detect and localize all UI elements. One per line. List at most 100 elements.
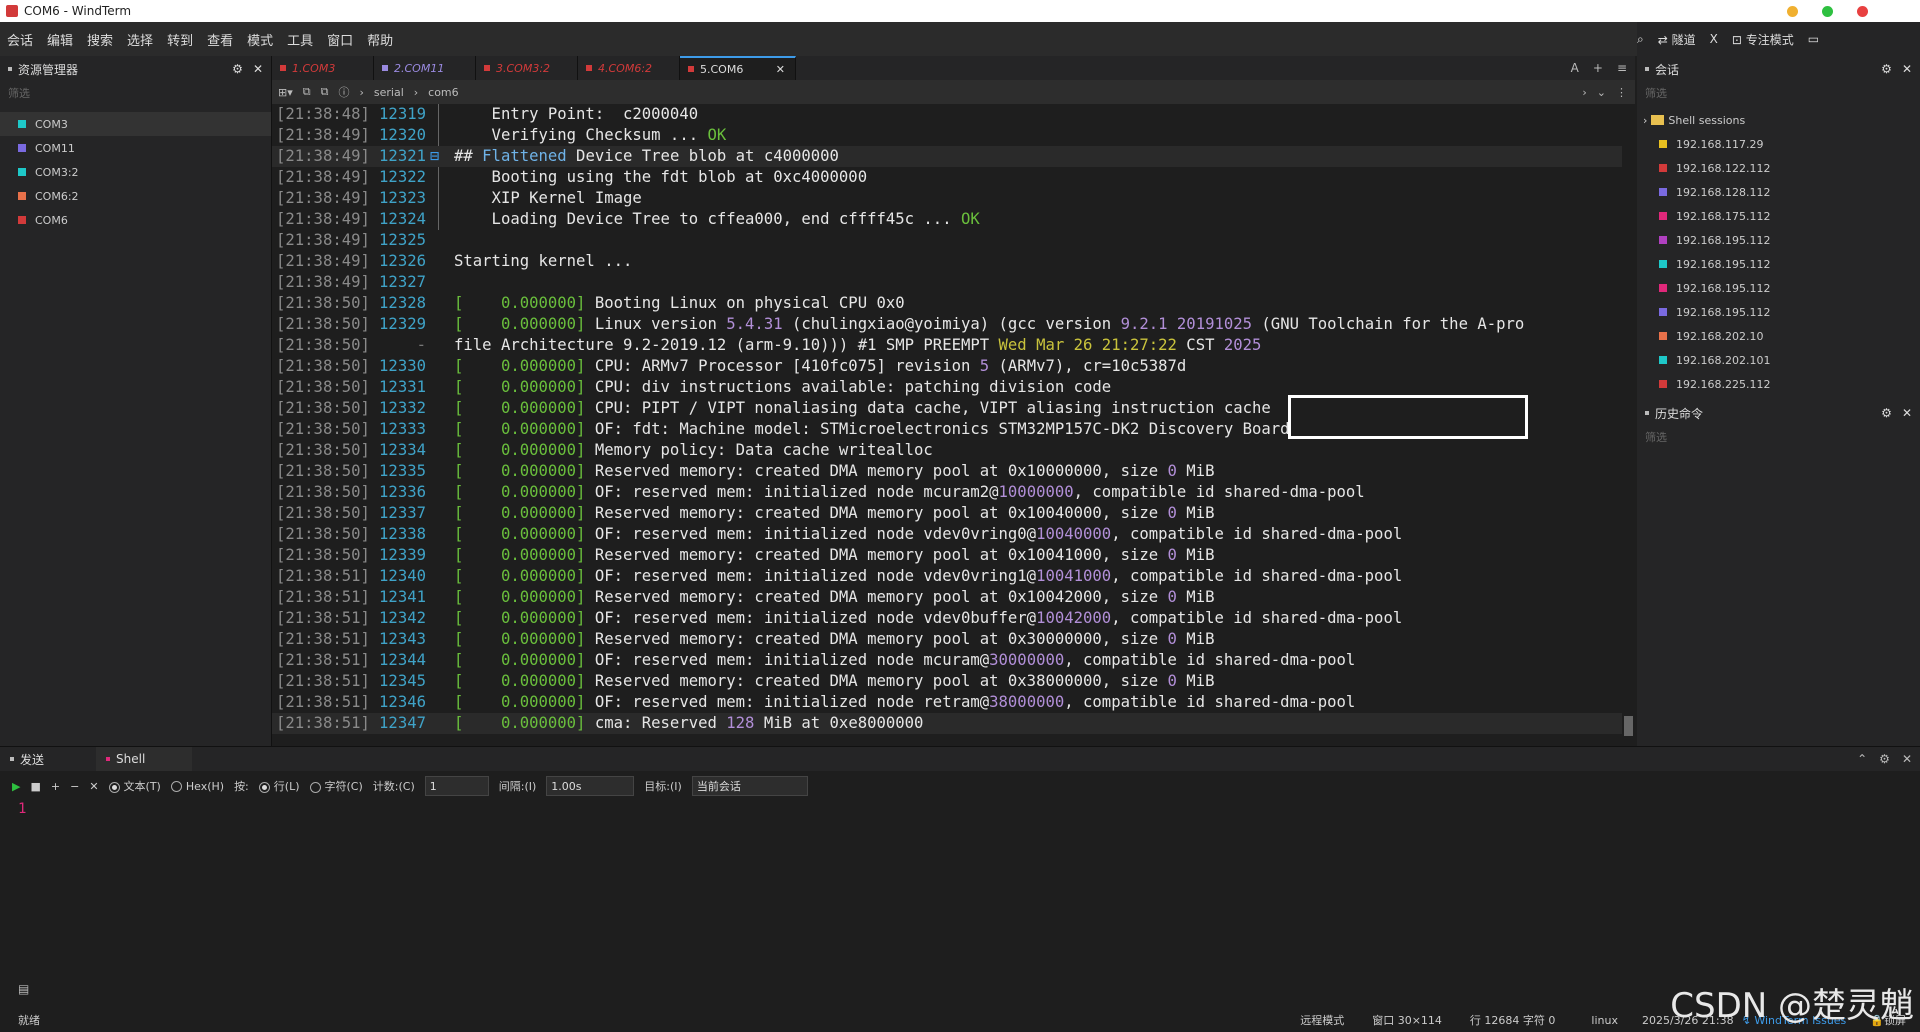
clone-icon[interactable]: ⧉ (321, 85, 329, 99)
collapse-icon[interactable]: ⌃ (1857, 752, 1867, 766)
duplicate-icon[interactable]: ⧉ (303, 85, 311, 99)
forward-icon[interactable]: › (1582, 86, 1586, 99)
menu-icon[interactable]: ≡ (1617, 61, 1627, 75)
menu-item[interactable]: 工具 (280, 30, 320, 49)
document-icon[interactable]: ▤ (18, 982, 29, 996)
fold-icon[interactable]: ⊟ (430, 146, 454, 167)
tab-5[interactable]: 5.COM6 ✕ (680, 56, 796, 80)
x-icon[interactable]: X (1710, 32, 1718, 46)
menu-item[interactable]: 帮助 (360, 30, 400, 49)
tab-shell[interactable]: Shell (96, 747, 192, 771)
scrollbar[interactable] (1622, 104, 1635, 746)
new-session-icon[interactable]: ⊞▾ (278, 86, 293, 99)
add-icon[interactable]: + (51, 780, 60, 793)
maximize-button[interactable] (1822, 5, 1833, 17)
menu-item[interactable]: 搜索 (80, 30, 120, 49)
send-tab-label: 发送 (20, 752, 45, 767)
play-icon[interactable]: ▶ (12, 780, 20, 793)
tab-color-icon (382, 65, 388, 71)
close-icon[interactable]: ✕ (1902, 62, 1912, 76)
session-item[interactable]: 192.168.195.112 (1637, 300, 1920, 324)
font-icon[interactable]: A (1571, 61, 1579, 75)
count-input[interactable]: 1 (424, 776, 489, 796)
session-item[interactable]: 192.168.128.112 (1637, 180, 1920, 204)
text-segment: , compatible id shared-dma-pool (1111, 525, 1403, 543)
session-item[interactable]: 192.168.195.112 (1637, 276, 1920, 300)
text-segment: CPU: div instructions available: patchin… (585, 378, 1112, 396)
menu-item[interactable]: 窗口 (320, 30, 360, 49)
session-item[interactable]: 192.168.195.112 (1637, 252, 1920, 276)
status-remote[interactable]: 远程模式 (1300, 1012, 1344, 1028)
explorer-filter[interactable]: 筛选 (4, 82, 267, 104)
session-filter[interactable]: 筛选 (1641, 82, 1916, 104)
close-icon[interactable]: ✕ (1902, 406, 1912, 420)
tab-label: 1.COM3 (292, 61, 336, 75)
line-label: 行(L) (273, 780, 300, 793)
history-filter[interactable]: 筛选 (1641, 426, 1916, 448)
folder-shell-sessions[interactable]: › Shell sessions (1637, 108, 1920, 132)
close-icon[interactable]: ✕ (1902, 752, 1912, 766)
session-item[interactable]: 192.168.202.101 (1637, 348, 1920, 372)
gear-icon[interactable]: ⚙ (1879, 752, 1890, 766)
explorer-item[interactable]: COM6 (0, 208, 271, 232)
minus-icon[interactable]: − (70, 780, 79, 793)
focus-mode-button[interactable]: ⊡ 专注模式 (1732, 31, 1794, 48)
gear-icon[interactable]: ⚙ (232, 62, 243, 76)
hex-mode-radio[interactable]: Hex(H) (170, 780, 224, 793)
close-button[interactable] (1857, 5, 1868, 17)
text-segment: , compatible id shared-dma-pool (1064, 651, 1356, 669)
explorer-item[interactable]: COM3 (0, 112, 271, 136)
timestamp: [21:38:49] (276, 252, 370, 270)
tab-color-icon (688, 66, 694, 72)
session-item[interactable]: 192.168.122.112 (1637, 156, 1920, 180)
explorer-item[interactable]: COM11 (0, 136, 271, 160)
char-radio[interactable]: 字符(C) (309, 778, 363, 794)
close-tab-icon[interactable]: ✕ (776, 63, 785, 76)
tab-send[interactable]: 发送 (0, 747, 96, 771)
timestamp: [21:38:50] (276, 357, 370, 375)
tab-3[interactable]: 3.COM3:2 (476, 56, 578, 80)
interval-input[interactable]: 1.00s (546, 776, 635, 796)
tab-2[interactable]: 2.COM11 (374, 56, 476, 80)
tunnel-button[interactable]: ⇄ 隧道 (1658, 31, 1696, 48)
session-item[interactable]: 192.168.225.112 (1637, 372, 1920, 396)
terminal-line: [21:38:49] 12327 (272, 272, 1622, 293)
clear-icon[interactable]: ✕ (89, 780, 98, 793)
menu-item[interactable]: 模式 (240, 30, 280, 49)
address-com[interactable]: com6 (428, 86, 459, 99)
menu-item[interactable]: 查看 (200, 30, 240, 49)
chevron-right-icon: › (359, 85, 364, 99)
address-serial[interactable]: serial (374, 86, 404, 99)
session-item[interactable]: 192.168.195.112 (1637, 228, 1920, 252)
menu-item[interactable]: 编辑 (40, 30, 80, 49)
text-mode-radio[interactable]: 文本(T) (108, 778, 161, 794)
chevron-down-icon[interactable]: ⌄ (1597, 86, 1606, 99)
stop-icon[interactable]: ■ (30, 780, 40, 793)
close-icon[interactable]: ✕ (253, 62, 263, 76)
add-tab-icon[interactable]: + (1593, 61, 1603, 75)
explorer-item[interactable]: COM3:2 (0, 160, 271, 184)
session-item[interactable]: 192.168.175.112 (1637, 204, 1920, 228)
session-item[interactable]: 192.168.117.29 (1637, 132, 1920, 156)
layout-icon[interactable]: ▭ (1808, 32, 1819, 46)
info-icon[interactable]: ⓘ (338, 84, 349, 100)
line-radio[interactable]: 行(L) (258, 778, 300, 794)
tab-1[interactable]: 1.COM3 (272, 56, 374, 80)
fold-gutter (430, 545, 454, 566)
terminal-line: [21:38:49] 12323 XIP Kernel Image (272, 188, 1622, 209)
target-select[interactable]: 当前会话 (691, 776, 808, 796)
send-tabs: 发送 Shell ⌃ ⚙ ✕ (0, 747, 1920, 771)
explorer-item[interactable]: COM6:2 (0, 184, 271, 208)
more-icon[interactable]: ⋮ (1616, 86, 1627, 99)
session-item[interactable]: 192.168.202.10 (1637, 324, 1920, 348)
search-icon[interactable]: ⌕ (1637, 32, 1644, 47)
scroll-thumb[interactable] (1624, 716, 1633, 736)
session-color-icon (1659, 236, 1667, 244)
menu-item[interactable]: 转到 (160, 30, 200, 49)
menu-item[interactable]: 选择 (120, 30, 160, 49)
menu-item[interactable]: 会话 (0, 30, 40, 49)
tab-4[interactable]: 4.COM6:2 (578, 56, 680, 80)
minimize-button[interactable] (1787, 5, 1798, 17)
gear-icon[interactable]: ⚙ (1881, 62, 1892, 76)
gear-icon[interactable]: ⚙ (1881, 406, 1892, 420)
